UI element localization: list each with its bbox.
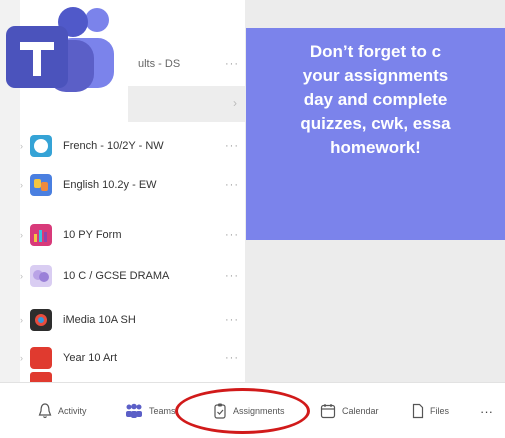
more-tabs-button[interactable]: ··· [480,401,493,421]
more-options-icon[interactable]: ··· [225,58,239,70]
calendar-icon [320,404,336,419]
more-options-icon[interactable]: ··· [225,270,239,282]
expand-caret-icon[interactable]: › [20,230,26,240]
team-name: 10 C / GCSE DRAMA [63,270,170,282]
team-name: French - 10/2Y - NW [63,140,164,152]
banner-line: quizzes, cwk, essa [300,114,451,133]
team-name: English 10.2y - EW [63,179,157,191]
team-name: ults - DS [138,58,181,70]
team-avatar [30,135,52,157]
banner-line: your assignments [302,66,449,85]
tab-activity[interactable]: Activity [38,401,87,421]
banner-line: day and complete [303,90,448,109]
team-avatar [30,265,52,287]
chevron-right-icon: › [233,96,237,110]
teams-logo [0,0,128,100]
team-avatar [30,309,52,331]
tab-label: Calendar [342,406,379,416]
team-row[interactable]: › English 10.2y - EW ··· [20,159,245,211]
more-options-icon[interactable]: ··· [225,352,239,364]
bell-icon [38,403,52,419]
team-avatar [30,174,52,196]
assignments-highlight-circle [175,388,310,434]
team-name: iMedia 10A SH [63,314,136,326]
team-row[interactable]: › Year 10 Art ··· [20,332,245,384]
tab-label: Activity [58,406,87,416]
banner-line: Don’t forget to c [309,42,442,61]
expand-caret-icon[interactable]: › [20,180,26,190]
more-options-icon[interactable]: ··· [225,179,239,191]
more-options-icon[interactable]: ··· [225,314,239,326]
tab-calendar[interactable]: Calendar [320,401,379,421]
tab-files[interactable]: Files [412,401,449,421]
banner-line: homework! [330,138,421,157]
team-avatar [30,347,52,369]
expand-caret-icon[interactable]: › [20,271,26,281]
tab-label: Files [430,406,450,416]
team-name: Year 10 Art [63,352,118,364]
team-row-selected[interactable]: › [128,86,245,122]
expand-caret-icon[interactable]: › [20,353,26,363]
expand-caret-icon[interactable]: › [20,315,26,325]
tab-teams[interactable]: Teams [125,401,176,421]
tab-label: Teams [149,406,176,416]
file-icon [412,403,424,419]
teams-icon [126,403,142,418]
team-avatar [30,372,52,382]
team-name: 10 PY Form [63,229,122,241]
expand-caret-icon[interactable]: › [20,141,26,151]
more-options-icon[interactable]: ··· [225,140,239,152]
reminder-banner: Don’t forget to c your assignments day a… [246,28,505,240]
team-avatar [30,224,52,246]
more-options-icon[interactable]: ··· [225,229,239,241]
